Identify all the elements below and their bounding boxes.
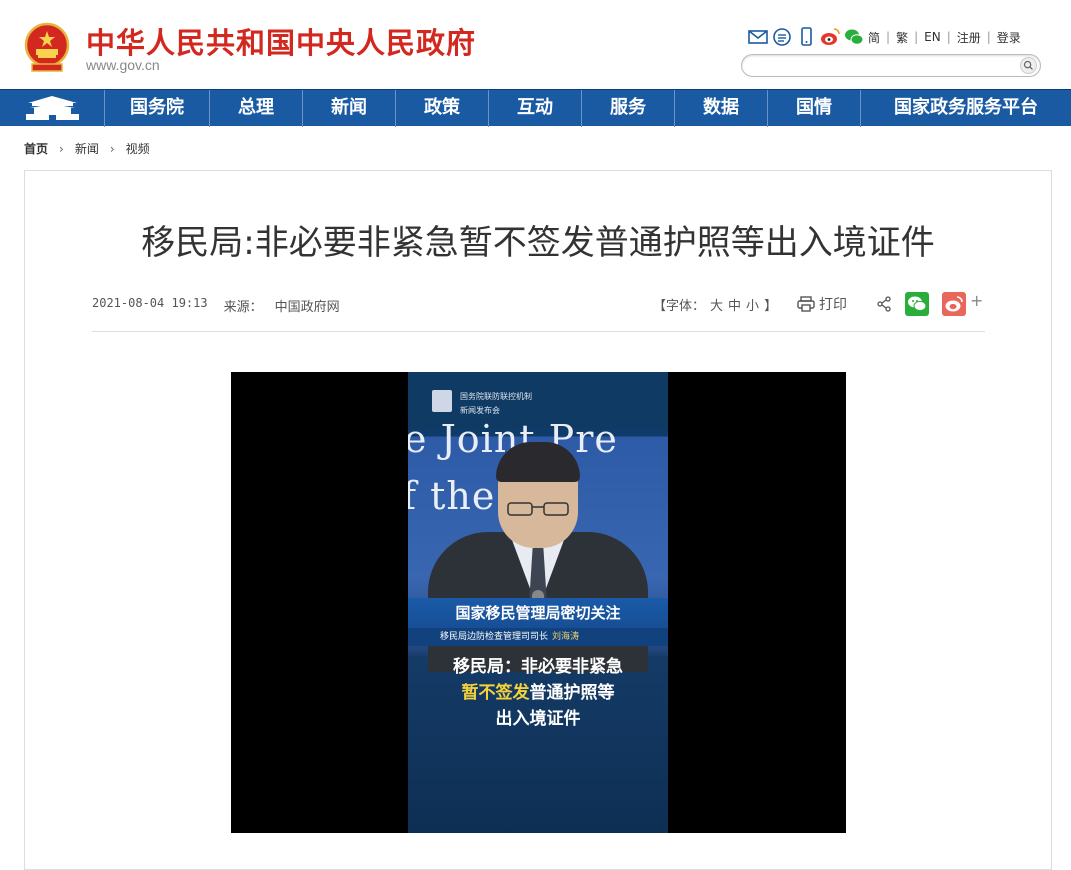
nav-item-service[interactable]: 服务	[582, 90, 675, 127]
article-date: 2021-08-04 19:13	[92, 296, 208, 310]
weibo-share-icon[interactable]	[942, 292, 966, 316]
video-speaker-line: 移民局边防检查管理司司长 刘海涛	[408, 628, 668, 646]
font-size-label: 【字体：	[653, 299, 706, 314]
state-council-logo-icon	[432, 390, 452, 412]
more-share-button[interactable]: +	[970, 291, 983, 310]
font-size-large[interactable]: 大	[710, 295, 723, 314]
nav-item-news[interactable]: 新闻	[303, 90, 396, 127]
nav-item-service-platform[interactable]: 国家政务服务平台	[861, 90, 1071, 127]
separator: |	[986, 30, 991, 44]
caption-line-2-rest: 普通护照等	[529, 683, 615, 703]
nav-item-state-council[interactable]: 国务院	[105, 90, 210, 127]
breadcrumb-news[interactable]: 新闻	[75, 140, 99, 157]
meta-divider	[92, 331, 985, 332]
separator: |	[886, 30, 891, 44]
wechat-icon[interactable]	[844, 27, 864, 47]
lang-simplified-link[interactable]: 简	[868, 29, 880, 46]
speaker-title: 移民局边防检查管理司司长	[440, 632, 549, 642]
breadcrumb-home[interactable]: 首页	[24, 140, 48, 157]
font-size-small[interactable]: 小	[746, 295, 759, 314]
share-icon[interactable]	[876, 296, 892, 312]
caption-line-3: 出入境证件	[495, 709, 581, 729]
share-bar: +	[876, 291, 983, 316]
print-button[interactable]: 打印	[797, 294, 847, 314]
article-source: 中国政府网	[274, 300, 340, 315]
printer-icon	[797, 296, 815, 312]
nav-item-interaction[interactable]: 互动	[489, 90, 582, 127]
video-org-line1: 国务院联防联控机制	[460, 392, 532, 401]
mail-icon[interactable]	[748, 27, 768, 47]
mobile-icon[interactable]	[796, 27, 816, 47]
caption-highlight: 暂不签发	[461, 683, 530, 703]
search-input[interactable]	[752, 55, 1022, 77]
main-nav: 国务院 总理 新闻 政策 互动 服务 数据 国情 国家政务服务平台	[0, 89, 1071, 127]
font-size-switcher: 【字体： 大 中 小 】	[653, 295, 782, 314]
rss-icon[interactable]	[772, 27, 792, 47]
register-link[interactable]: 注册	[957, 29, 981, 46]
national-emblem-icon[interactable]	[24, 22, 70, 74]
video-player[interactable]: 国务院联防联控机制 新闻发布会 e Joint Pre f the Sta 国家…	[231, 372, 846, 833]
print-label: 打印	[819, 297, 847, 313]
chevron-right-icon: ›	[109, 141, 115, 156]
lang-english-link[interactable]: EN	[924, 30, 941, 44]
article-meta: 2021-08-04 19:13 来源： 中国政府网	[92, 296, 340, 315]
video-band-title: 国家移民管理局密切关注	[408, 598, 668, 628]
tiananmen-icon	[26, 96, 79, 120]
login-link[interactable]: 登录	[997, 29, 1021, 46]
article-title: 移民局:非必要非紧急暂不签发普通护照等出入境证件	[141, 223, 935, 263]
lang-traditional-link[interactable]: 繁	[896, 29, 908, 46]
source-label: 来源：	[223, 300, 263, 315]
article-container: 移民局:非必要非紧急暂不签发普通护照等出入境证件 2021-08-04 19:1…	[24, 170, 1052, 870]
nav-item-data[interactable]: 数据	[675, 90, 768, 127]
font-size-medium[interactable]: 中	[728, 295, 741, 314]
site-url[interactable]: www.gov.cn	[86, 57, 160, 73]
separator: |	[946, 30, 951, 44]
nav-item-national-info[interactable]: 国情	[768, 90, 861, 127]
site-header: 中华人民共和国中央人民政府 www.gov.cn 简 | 繁 | EN | 注册…	[0, 0, 1071, 89]
breadcrumb: 首页 › 新闻 › 视频	[24, 140, 150, 157]
wechat-share-icon[interactable]	[905, 292, 929, 316]
breadcrumb-video[interactable]: 视频	[126, 140, 150, 157]
search-box	[741, 54, 1041, 77]
font-size-close: 】	[764, 299, 778, 314]
weibo-icon[interactable]	[820, 27, 840, 47]
caption-line-1: 移民局：非必要非紧急	[453, 657, 623, 677]
caption-line-2: 暂不签发普通护照等	[408, 680, 668, 706]
header-tools: 简 | 繁 | EN | 注册 | 登录	[748, 26, 1021, 48]
search-icon[interactable]	[1020, 57, 1037, 74]
nav-item-policy[interactable]: 政策	[396, 90, 489, 127]
glasses-icon	[507, 502, 569, 516]
speaker-name: 刘海涛	[552, 632, 580, 642]
nav-item-premier[interactable]: 总理	[210, 90, 303, 127]
video-frame: 国务院联防联控机制 新闻发布会 e Joint Pre f the Sta 国家…	[408, 372, 668, 833]
chevron-right-icon: ›	[59, 141, 64, 156]
video-org-line2: 新闻发布会	[460, 406, 500, 415]
nav-home[interactable]	[0, 90, 105, 127]
separator: |	[914, 30, 919, 44]
video-caption: 移民局：非必要非紧急 暂不签发普通护照等 出入境证件	[408, 654, 668, 732]
site-title[interactable]: 中华人民共和国中央人民政府	[86, 20, 476, 62]
